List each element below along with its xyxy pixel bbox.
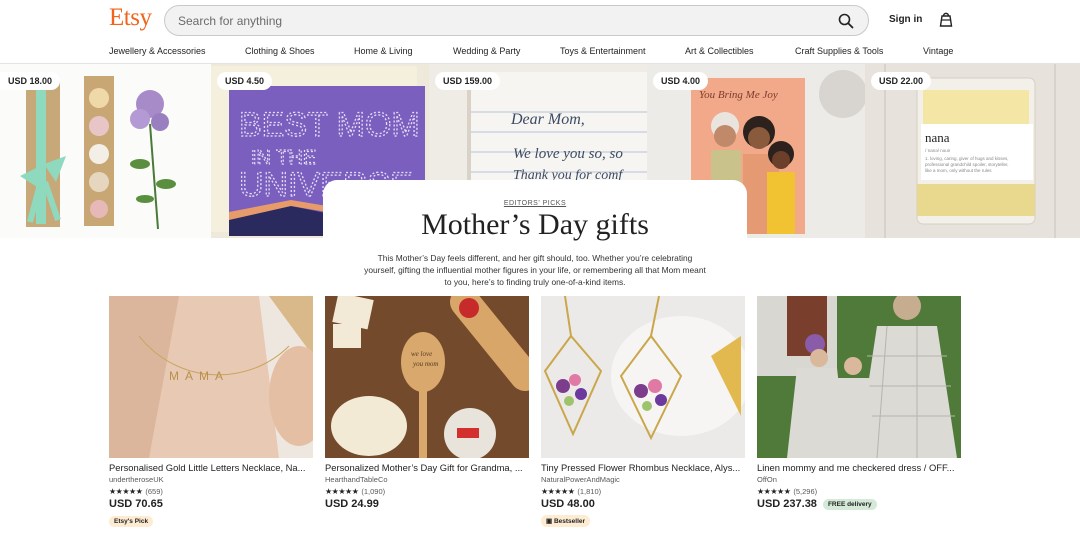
review-count: (1,090) bbox=[361, 487, 386, 496]
product-title[interactable]: Personalized Mother’s Day Gift for Grand… bbox=[325, 462, 529, 473]
banner-price-chip: USD 4.00 bbox=[653, 72, 709, 90]
nav-item-wedding[interactable]: Wedding & Party bbox=[453, 46, 520, 56]
star-rating-icon: ★★★★★ bbox=[541, 487, 575, 496]
cart-icon[interactable] bbox=[939, 11, 953, 27]
product-rating: ★★★★★ (5,296) bbox=[757, 487, 961, 496]
product-shop: undertheroseUK bbox=[109, 475, 164, 484]
nav-item-jewellery[interactable]: Jewellery & Accessories bbox=[109, 46, 206, 56]
product-price: USD 24.99 bbox=[325, 498, 529, 510]
nav-item-home[interactable]: Home & Living bbox=[354, 46, 413, 56]
nav-item-toys[interactable]: Toys & Entertainment bbox=[560, 46, 646, 56]
editors-description: This Mother’s Day feels different, and h… bbox=[364, 253, 706, 287]
svg-text:you mom: you mom bbox=[412, 360, 438, 368]
product-image[interactable]: we love you mom bbox=[325, 296, 529, 458]
svg-text:/ˈnanə/ noun: /ˈnanə/ noun bbox=[925, 148, 951, 153]
banner-item-soap[interactable]: USD 18.00 bbox=[0, 64, 211, 238]
product-image-dresses bbox=[757, 296, 961, 458]
product-image[interactable]: MAMA bbox=[109, 296, 313, 458]
svg-text:like a mom, only without the r: like a mom, only without the rules bbox=[925, 168, 992, 173]
nav-item-vintage[interactable]: Vintage bbox=[923, 46, 953, 56]
svg-text:MAMA: MAMA bbox=[169, 369, 229, 383]
free-delivery-badge: FREE delivery bbox=[822, 498, 877, 510]
banner-price-chip: USD 159.00 bbox=[435, 72, 501, 90]
product-title[interactable]: Tiny Pressed Flower Rhombus Necklace, Al… bbox=[541, 462, 745, 473]
product-shop: HearthandTableCo bbox=[325, 475, 388, 484]
review-count: (659) bbox=[145, 487, 163, 496]
banner-item-candle[interactable]: nana /ˈnanə/ noun 1. loving, caring, giv… bbox=[865, 64, 1080, 238]
product-card[interactable]: Linen mommy and me checkered dress / OFF… bbox=[757, 296, 961, 510]
banner-image-candle: nana /ˈnanə/ noun 1. loving, caring, giv… bbox=[865, 64, 1080, 238]
banner-image-soap bbox=[20, 76, 176, 230]
nav-item-art[interactable]: Art & Collectibles bbox=[685, 46, 754, 56]
price-value: USD 24.99 bbox=[325, 498, 379, 510]
product-card[interactable]: MAMA Personalised Gold Little Letters Ne… bbox=[109, 296, 313, 528]
product-image[interactable] bbox=[541, 296, 745, 458]
product-price: USD 237.38 FREE delivery bbox=[757, 498, 961, 510]
price-value: USD 48.00 bbox=[541, 498, 595, 510]
svg-text:professional grandchild spoile: professional grandchild spoiler, storyte… bbox=[925, 162, 1009, 167]
svg-text:Dear Mom,: Dear Mom, bbox=[510, 111, 585, 128]
product-price: USD 70.65 bbox=[109, 498, 313, 510]
svg-text:BEST MOM: BEST MOM bbox=[239, 106, 420, 144]
star-rating-icon: ★★★★★ bbox=[325, 487, 359, 496]
nav-item-craft[interactable]: Craft Supplies & Tools bbox=[795, 46, 883, 56]
bestseller-label: Bestseller bbox=[553, 518, 586, 525]
product-image-necklace: MAMA bbox=[109, 296, 313, 458]
bestseller-icon: ▣ bbox=[546, 518, 554, 525]
product-title[interactable]: Linen mommy and me checkered dress / OFF… bbox=[757, 462, 961, 473]
nav-item-clothing[interactable]: Clothing & Shoes bbox=[245, 46, 315, 56]
product-shop: OffOn bbox=[757, 475, 777, 484]
product-image[interactable] bbox=[757, 296, 961, 458]
search-input[interactable]: Search for anything bbox=[178, 14, 282, 28]
etsy-logo[interactable]: Etsy bbox=[109, 4, 152, 32]
star-rating-icon: ★★★★★ bbox=[109, 487, 143, 496]
product-rating: ★★★★★ (659) bbox=[109, 487, 313, 496]
review-count: (5,296) bbox=[793, 487, 818, 496]
review-count: (1,810) bbox=[577, 487, 602, 496]
svg-text:nana: nana bbox=[925, 130, 950, 145]
price-value: USD 70.65 bbox=[109, 498, 163, 510]
svg-text:we love: we love bbox=[411, 350, 432, 358]
product-card[interactable]: we love you mom Personalized Mother’s Da… bbox=[325, 296, 529, 510]
product-image-pendant bbox=[541, 296, 745, 458]
page-title: Mother’s Day gifts bbox=[421, 208, 649, 241]
price-value: USD 237.38 bbox=[757, 498, 817, 510]
product-rating: ★★★★★ (1,090) bbox=[325, 487, 529, 496]
product-shop: NaturalPowerAndMagic bbox=[541, 475, 620, 484]
svg-text:You Bring Me Joy: You Bring Me Joy bbox=[699, 89, 778, 101]
editors-picks-label[interactable]: EDITORS' PICKS bbox=[323, 200, 747, 207]
svg-text:1. loving, caring, giver of hu: 1. loving, caring, giver of hugs and kis… bbox=[925, 156, 1009, 161]
star-rating-icon: ★★★★★ bbox=[757, 487, 791, 496]
sign-in-link[interactable]: Sign in bbox=[889, 14, 922, 25]
search-icon[interactable] bbox=[838, 13, 854, 29]
product-image-spoon: we love you mom bbox=[325, 296, 529, 458]
category-nav: Jewellery & Accessories Clothing & Shoes… bbox=[0, 38, 1080, 64]
product-price: USD 48.00 bbox=[541, 498, 745, 510]
product-card[interactable]: Tiny Pressed Flower Rhombus Necklace, Al… bbox=[541, 296, 745, 528]
site-header: Etsy Search for anything Sign in bbox=[0, 0, 1080, 38]
product-rating: ★★★★★ (1,810) bbox=[541, 487, 745, 496]
etsys-pick-badge: Etsy's Pick bbox=[109, 516, 154, 527]
svg-text:We love you so, so: We love you so, so bbox=[513, 146, 623, 162]
banner-price-chip: USD 22.00 bbox=[871, 72, 932, 90]
product-title[interactable]: Personalised Gold Little Letters Necklac… bbox=[109, 462, 313, 473]
banner-price-chip: USD 18.00 bbox=[0, 72, 61, 90]
search-bar[interactable]: Search for anything bbox=[164, 5, 869, 36]
banner-price-chip: USD 4.50 bbox=[217, 72, 273, 90]
bestseller-badge: ▣ Bestseller bbox=[541, 515, 591, 527]
